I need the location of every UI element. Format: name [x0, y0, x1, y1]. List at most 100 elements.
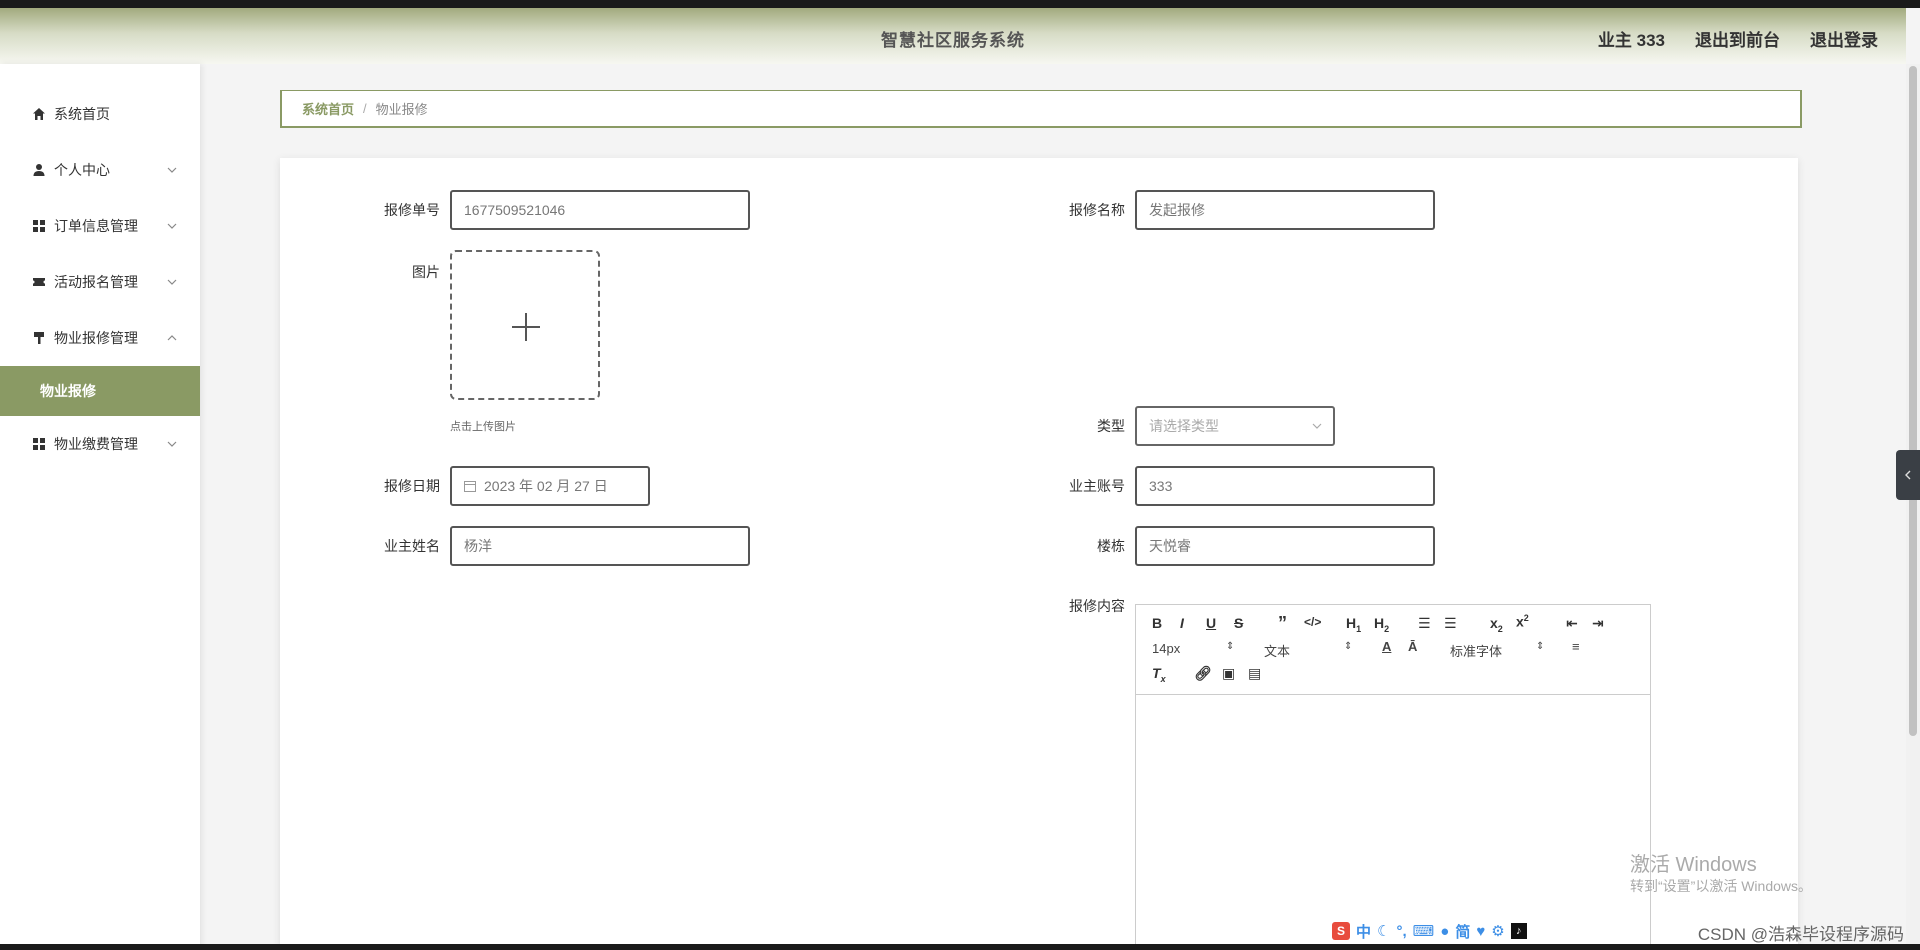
calendar-icon [464, 481, 476, 492]
csdn-watermark: CSDN @浩森毕设程序源码 [1697, 925, 1904, 944]
plus-icon-vertical [525, 313, 527, 341]
moon-icon[interactable]: ☾ [1377, 922, 1390, 940]
windows-activation-title: 激活 Windows [1630, 854, 1757, 876]
sidebar-item-home[interactable]: 系统首页 [0, 86, 200, 142]
sidebar-item-label: 订单信息管理 [54, 218, 138, 234]
bold-icon[interactable]: B [1152, 615, 1162, 631]
sidebar-item-label: 个人中心 [54, 162, 110, 178]
punctuation-icon[interactable]: °, [1396, 923, 1406, 940]
font-family-select[interactable]: 标准字体 [1450, 641, 1502, 660]
sidebar-item-fees[interactable]: 物业缴费管理 [0, 416, 200, 472]
image-upload-area[interactable] [450, 250, 600, 400]
sidebar-item-personal[interactable]: 个人中心 [0, 142, 200, 198]
link-icon[interactable]: 🔗︎ [1194, 665, 1212, 682]
repair-name-field[interactable]: 发起报修 [1135, 190, 1435, 230]
font-family-arrows-icon: ⇕ [1536, 641, 1545, 652]
chevron-down-icon [1312, 423, 1322, 429]
editor-content-area[interactable] [1136, 695, 1650, 950]
font-color-icon[interactable]: A [1382, 639, 1391, 654]
ticket-icon [30, 273, 48, 291]
breadcrumb-current: 物业报修 [375, 102, 428, 117]
font-size-select[interactable]: 14px [1152, 641, 1180, 656]
breadcrumb-home[interactable]: 系统首页 [302, 99, 354, 118]
breadcrumb: 系统首页 / 物业报修 [280, 90, 1802, 128]
chevron-down-icon [167, 279, 177, 285]
code-icon[interactable]: </> [1304, 615, 1321, 629]
person-icon[interactable]: ● [1440, 923, 1449, 940]
editor-toolbar: B I U S ” </> H1 H2 ☰ ☰ x2 x2 ⇤ ⇥ 14px ⇕… [1136, 605, 1650, 695]
image-icon[interactable]: ▣ [1222, 665, 1235, 682]
heading1-icon[interactable]: H1 [1346, 615, 1361, 634]
image-label: 图片 [412, 264, 440, 280]
settings-icon[interactable]: ⚙ [1491, 922, 1504, 940]
grid-icon [30, 217, 48, 235]
chevron-up-icon [167, 335, 177, 341]
block-type-arrows-icon: ⇕ [1344, 641, 1353, 652]
owner-name-field[interactable]: 杨洋 [450, 526, 750, 566]
page-scrollbar[interactable] [1906, 64, 1920, 950]
superscript-icon[interactable]: x2 [1516, 613, 1529, 630]
scrollbar-thumb[interactable] [1909, 66, 1917, 736]
sidebar: 系统首页 个人中心 订单信息管理 活动报名管理 物业报修管理 物业报修 物业缴费… [0, 64, 200, 950]
repair-form-card: 报修单号 1677509521046 图片 点击上传图片 报修日期 2023 年… [280, 158, 1798, 950]
chevron-down-icon [167, 441, 177, 447]
keyboard-icon[interactable]: ⌨ [1413, 922, 1435, 940]
clear-format-icon[interactable]: Tx [1152, 665, 1166, 684]
background-color-icon[interactable]: Ā [1408, 639, 1417, 654]
sidebar-item-label: 系统首页 [54, 106, 110, 122]
grid-icon [30, 435, 48, 453]
video-icon[interactable]: ▤ [1248, 665, 1261, 682]
skin-icon[interactable]: ♥ [1476, 923, 1485, 940]
align-icon[interactable]: ≡ [1572, 639, 1580, 654]
ime-toolbar[interactable]: S 中 ☾ °, ⌨ ● 简 ♥ ⚙ ♪ [1326, 918, 1533, 944]
type-placeholder: 请选择类型 [1149, 418, 1219, 434]
date-value: 2023 年 02 月 27 日 [484, 478, 608, 494]
bullet-list-icon[interactable]: ☰ [1444, 615, 1457, 632]
home-icon [30, 105, 48, 123]
date-field[interactable]: 2023 年 02 月 27 日 [450, 466, 650, 506]
ime-mode[interactable]: 简 [1455, 921, 1470, 942]
account-label: 业主账号 [1069, 478, 1125, 494]
outdent-icon[interactable]: ⇤ [1566, 615, 1578, 632]
user-icon [30, 161, 48, 179]
windows-activation-sub: 转到“设置”以激活 Windows。 [1630, 878, 1813, 894]
chevron-down-icon [167, 223, 177, 229]
sidebar-item-label: 物业缴费管理 [54, 436, 138, 452]
subscript-icon[interactable]: x2 [1490, 615, 1503, 634]
underline-icon[interactable]: U [1206, 615, 1216, 631]
quote-icon[interactable]: ” [1278, 613, 1287, 634]
strike-icon[interactable]: S [1234, 615, 1243, 631]
user-link[interactable]: 业主 333 [1598, 26, 1665, 51]
heading2-icon[interactable]: H2 [1374, 615, 1389, 634]
rich-text-editor: B I U S ” </> H1 H2 ☰ ☰ x2 x2 ⇤ ⇥ 14px ⇕… [1135, 604, 1651, 950]
breadcrumb-separator: / [363, 101, 367, 116]
app-header: 智慧社区服务系统 业主 333 退出到前台 退出登录 [0, 8, 1906, 64]
repair-no-label: 报修单号 [384, 202, 440, 218]
ime-lang[interactable]: 中 [1356, 921, 1371, 942]
repair-no-field[interactable]: 1677509521046 [450, 190, 750, 230]
upload-tip: 点击上传图片 [450, 421, 516, 433]
ordered-list-icon[interactable]: ☰ [1418, 615, 1431, 632]
date-label: 报修日期 [384, 478, 440, 494]
sidebar-item-activities[interactable]: 活动报名管理 [0, 254, 200, 310]
sidebar-item-label: 活动报名管理 [54, 274, 138, 290]
drawer-toggle[interactable] [1896, 450, 1920, 500]
logout-link[interactable]: 退出登录 [1810, 26, 1878, 51]
tiktok-icon[interactable]: ♪ [1510, 923, 1527, 939]
ime-logo-icon: S [1332, 922, 1350, 940]
type-select[interactable]: 请选择类型 [1135, 406, 1335, 446]
sidebar-item-repair[interactable]: 物业报修管理 [0, 310, 200, 366]
account-field[interactable]: 333 [1135, 466, 1435, 506]
chevron-left-icon [1905, 470, 1911, 480]
building-field[interactable]: 天悦睿 [1135, 526, 1435, 566]
sidebar-subitem-repair[interactable]: 物业报修 [0, 366, 200, 416]
sidebar-item-orders[interactable]: 订单信息管理 [0, 198, 200, 254]
header-links: 业主 333 退出到前台 退出登录 [1598, 26, 1878, 51]
exit-to-front-link[interactable]: 退出到前台 [1695, 26, 1780, 51]
window-top-band [0, 0, 1920, 8]
indent-icon[interactable]: ⇥ [1592, 615, 1604, 632]
italic-icon[interactable]: I [1180, 615, 1184, 631]
type-label: 类型 [1097, 418, 1125, 434]
block-type-select[interactable]: 文本 [1264, 641, 1290, 660]
building-label: 楼栋 [1097, 538, 1125, 554]
